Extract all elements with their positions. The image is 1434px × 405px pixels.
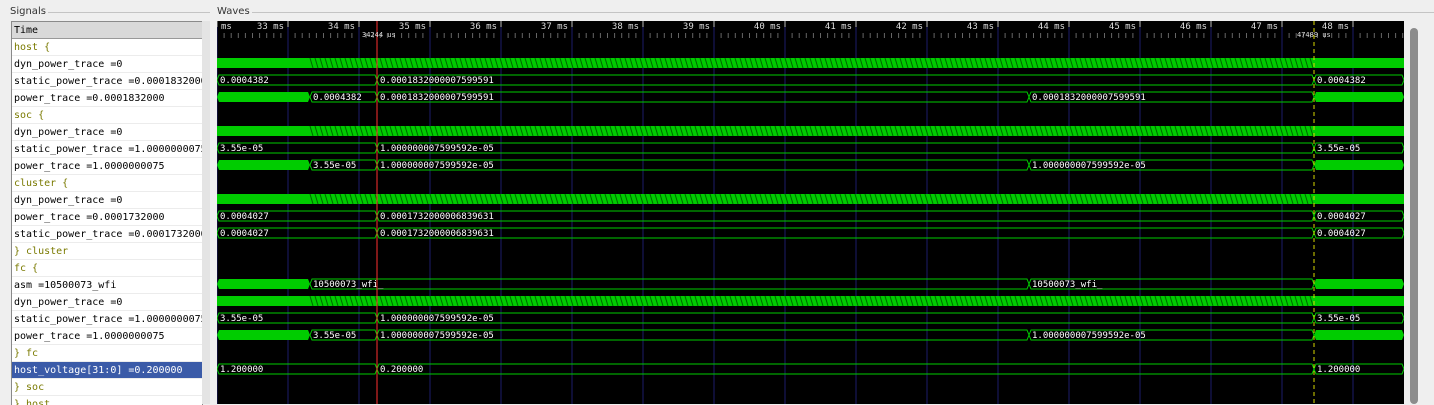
bus-value-label: 1.000000007599592e-05 <box>380 331 494 341</box>
signal-row[interactable]: dyn_power_trace =0 <box>12 56 202 73</box>
signal-row[interactable]: power_trace =1.0000000075 <box>12 328 202 345</box>
bus-value-label: 10500073_wfi_ <box>313 280 384 290</box>
bus-segment <box>309 278 1030 290</box>
bus-value-label: 0.0001832000007599591 <box>1032 93 1146 103</box>
bus-filled-segment <box>1314 279 1404 289</box>
bus-value-label: 0.0001732000006839631 <box>380 229 494 239</box>
time-tick-label: ms <box>221 22 232 32</box>
bus-filled-segment <box>217 160 310 170</box>
signal-row[interactable]: dyn_power_trace =0 <box>12 192 202 209</box>
bus-value-label: 3.55e-05 <box>313 331 356 341</box>
bus-value-label: 0.0004027 <box>1317 212 1366 222</box>
time-tick-label: 38 ms <box>612 22 639 32</box>
scope-row[interactable]: fc { <box>12 260 202 277</box>
time-tick-label: 45 ms <box>1109 22 1136 32</box>
bus-value-label: 1.000000007599592e-05 <box>380 144 494 154</box>
bus-segment <box>376 142 1315 154</box>
time-tick-label: 44 ms <box>1038 22 1065 32</box>
signal-row[interactable]: static_power_trace =0.0001732000 <box>12 226 202 243</box>
signals-panel-label: Signals <box>8 6 48 17</box>
bus-value-label: 0.0004382 <box>220 76 269 86</box>
waves-view[interactable]: ms 33 ms 34 ms 35 ms 36 ms 37 ms 38 ms 39 ms 40 … <box>217 21 1404 404</box>
bus-value-label: 1.200000 <box>1317 365 1360 375</box>
bus-value-label: 0.0004027 <box>220 229 269 239</box>
bus-value-label: 0.0001832000007599591 <box>380 76 494 86</box>
bus-filled-segment <box>1314 330 1404 340</box>
signal-row[interactable]: power_trace =0.0001732000 <box>12 209 202 226</box>
bus-value-label: 3.55e-05 <box>220 314 263 324</box>
bus-value-label: 3.55e-05 <box>1317 314 1360 324</box>
scope-row[interactable]: } fc <box>12 345 202 362</box>
right-edge-scrollbar <box>1424 21 1434 404</box>
signal-row[interactable]: host_voltage[31:0] =0.200000 <box>12 362 202 379</box>
bus-segment <box>376 363 1315 375</box>
time-tick-label: 41 ms <box>825 22 852 32</box>
bus-segment <box>376 227 1315 239</box>
bus-value-label: 3.55e-05 <box>1317 144 1360 154</box>
waves-vertical-scrollbar[interactable] <box>1406 21 1422 404</box>
bus-filled-segment <box>217 279 310 289</box>
waves-panel-label: Waves <box>215 6 252 17</box>
time-tick-label: 40 ms <box>754 22 781 32</box>
time-tick-label: 42 ms <box>896 22 923 32</box>
time-tick-label: 46 ms <box>1180 22 1207 32</box>
time-tick-label: 43 ms <box>967 22 994 32</box>
bus-value-label: 1.000000007599592e-05 <box>1032 161 1146 171</box>
signal-row[interactable]: dyn_power_trace =0 <box>12 294 202 311</box>
time-tick-label: 36 ms <box>470 22 497 32</box>
time-tick-label: 35 ms <box>399 22 426 32</box>
time-tick-label: 37 ms <box>541 22 568 32</box>
bus-value-label: 3.55e-05 <box>220 144 263 154</box>
bus-segment <box>376 74 1315 86</box>
bus-value-label: 1.000000007599592e-05 <box>1032 331 1146 341</box>
bus-filled-segment <box>217 92 310 102</box>
signal-row[interactable]: static_power_trace =1.0000000075 <box>12 141 202 158</box>
signals-list[interactable]: Time host { dyn_power_trace =0 static_pow… <box>11 21 203 405</box>
scope-row[interactable]: host { <box>12 39 202 56</box>
signal-row[interactable]: static_power_trace =0.0001832000 <box>12 73 202 90</box>
waveform-canvas[interactable]: ms 33 ms 34 ms 35 ms 36 ms 37 ms 38 ms 39 ms 40 … <box>217 21 1404 404</box>
time-tick-label: 34 ms <box>328 22 355 32</box>
bus-value-label: 0.0004027 <box>220 212 269 222</box>
bus-value-label: 0.0004382 <box>313 93 362 103</box>
bus-filled-segment <box>1314 160 1404 170</box>
bus-value-label: 1.000000007599592e-05 <box>380 161 494 171</box>
marker-time-label: 47489 us <box>1297 31 1331 39</box>
signals-frame-line <box>48 12 210 13</box>
signal-row[interactable]: static_power_trace =1.0000000075 <box>12 311 202 328</box>
bus-segment <box>376 210 1315 222</box>
bus-value-label: 0.200000 <box>380 365 423 375</box>
bus-value-label: 0.0001832000007599591 <box>380 93 494 103</box>
bus-value-label: 3.55e-05 <box>313 161 356 171</box>
bus-filled-segment <box>1314 92 1404 102</box>
signal-row[interactable]: power_trace =0.0001832000 <box>12 90 202 107</box>
time-tick-label: 39 ms <box>683 22 710 32</box>
bus-value-label: 0.0004382 <box>1317 76 1366 86</box>
signal-rows: host { dyn_power_trace =0 static_power_tr… <box>12 39 202 405</box>
bus-filled-segment <box>217 330 310 340</box>
scope-row[interactable]: } soc <box>12 379 202 396</box>
scope-row[interactable]: cluster { <box>12 175 202 192</box>
bus-value-label: 0.0004027 <box>1317 229 1366 239</box>
signal-row[interactable]: dyn_power_trace =0 <box>12 124 202 141</box>
bus-value-label: 1.200000 <box>220 365 263 375</box>
bus-segment <box>376 312 1315 324</box>
time-tick-label: 33 ms <box>257 22 284 32</box>
bus-value-label: 10500073_wfi_ <box>1032 280 1103 290</box>
scope-row[interactable]: soc { <box>12 107 202 124</box>
bus-value-label: 1.000000007599592e-05 <box>380 314 494 324</box>
signals-scrollbar[interactable] <box>202 21 210 404</box>
bus-value-label: 0.0001732000006839631 <box>380 212 494 222</box>
time-tick-label: 47 ms <box>1251 22 1278 32</box>
signal-row[interactable]: power_trace =1.0000000075 <box>12 158 202 175</box>
waves-frame-line <box>252 12 1434 13</box>
time-header: Time <box>12 22 202 39</box>
scope-row[interactable]: } cluster <box>12 243 202 260</box>
scrollbar-thumb[interactable] <box>1410 28 1418 404</box>
cursor-time-label: 34244 us <box>362 31 396 39</box>
signal-row[interactable]: asm =10500073_wfi <box>12 277 202 294</box>
